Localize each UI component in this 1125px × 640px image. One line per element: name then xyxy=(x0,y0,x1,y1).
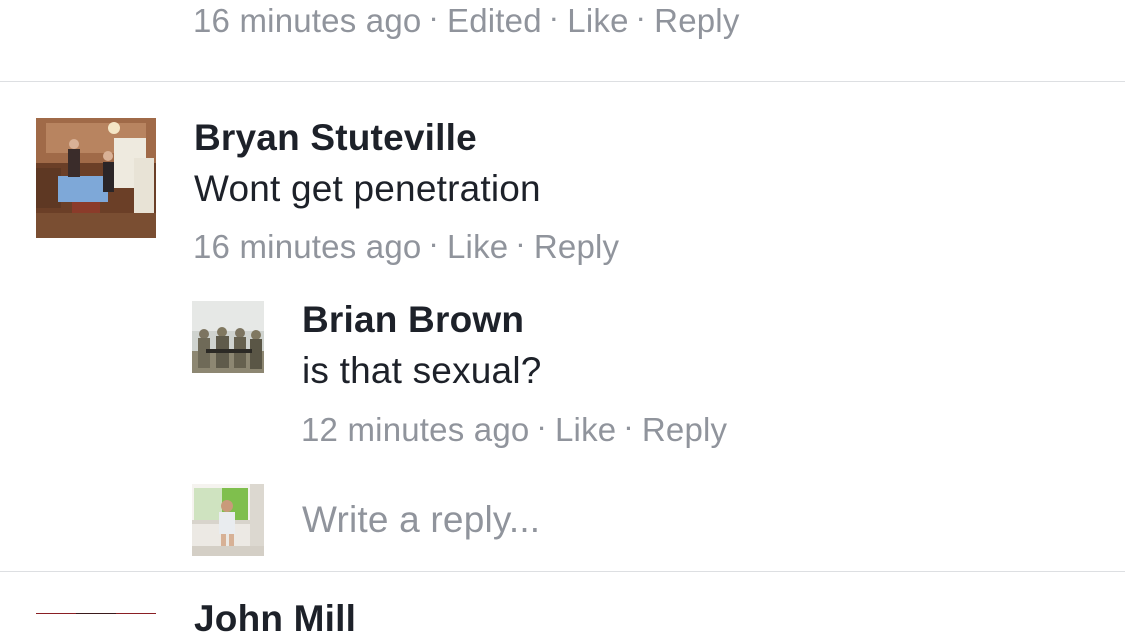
separator-dot: · xyxy=(637,7,646,33)
reply-like-link[interactable]: Like xyxy=(555,411,616,448)
kitchen-photo-avatar-icon[interactable] xyxy=(36,118,156,238)
top-comment-edited[interactable]: Edited xyxy=(447,2,542,39)
top-comment-time[interactable]: 16 minutes ago xyxy=(193,2,421,39)
top-comment-reply-link[interactable]: Reply xyxy=(654,2,739,39)
comment-divider xyxy=(0,81,1125,82)
child-window-photo-avatar-icon xyxy=(192,484,264,556)
separator-dot: · xyxy=(517,233,525,259)
comment-meta: 16 minutes ago · Like · Reply xyxy=(193,228,619,266)
comment-like-link[interactable]: Like xyxy=(447,228,508,265)
reply-meta: 12 minutes ago · Like · Reply xyxy=(301,411,727,449)
reply-time[interactable]: 12 minutes ago xyxy=(301,411,529,448)
reply-reply-link[interactable]: Reply xyxy=(642,411,727,448)
comment-time[interactable]: 16 minutes ago xyxy=(193,228,421,265)
write-reply-input[interactable]: Write a reply... xyxy=(302,499,540,541)
next-comment-author-name[interactable]: John Mill xyxy=(194,598,356,640)
reply-author-name[interactable]: Brian Brown xyxy=(302,299,524,341)
comment-text: Wont get penetration xyxy=(194,168,541,209)
reply-text: is that sexual? xyxy=(302,350,542,391)
comment-author-name[interactable]: Bryan Stuteville xyxy=(194,117,477,159)
separator-dot: · xyxy=(430,233,438,259)
comment-divider xyxy=(0,571,1125,572)
separator-dot: · xyxy=(430,7,438,33)
separator-dot: · xyxy=(625,416,633,442)
next-comment-avatar-icon[interactable] xyxy=(36,607,156,614)
separator-dot: · xyxy=(550,7,559,33)
top-comment-like-link[interactable]: Like xyxy=(567,2,628,39)
soldiers-photo-avatar-icon[interactable] xyxy=(192,301,264,373)
separator-dot: · xyxy=(538,416,546,442)
top-comment-meta: 16 minutes ago · Edited · Like · Reply xyxy=(193,2,740,40)
comment-reply-link[interactable]: Reply xyxy=(534,228,619,265)
